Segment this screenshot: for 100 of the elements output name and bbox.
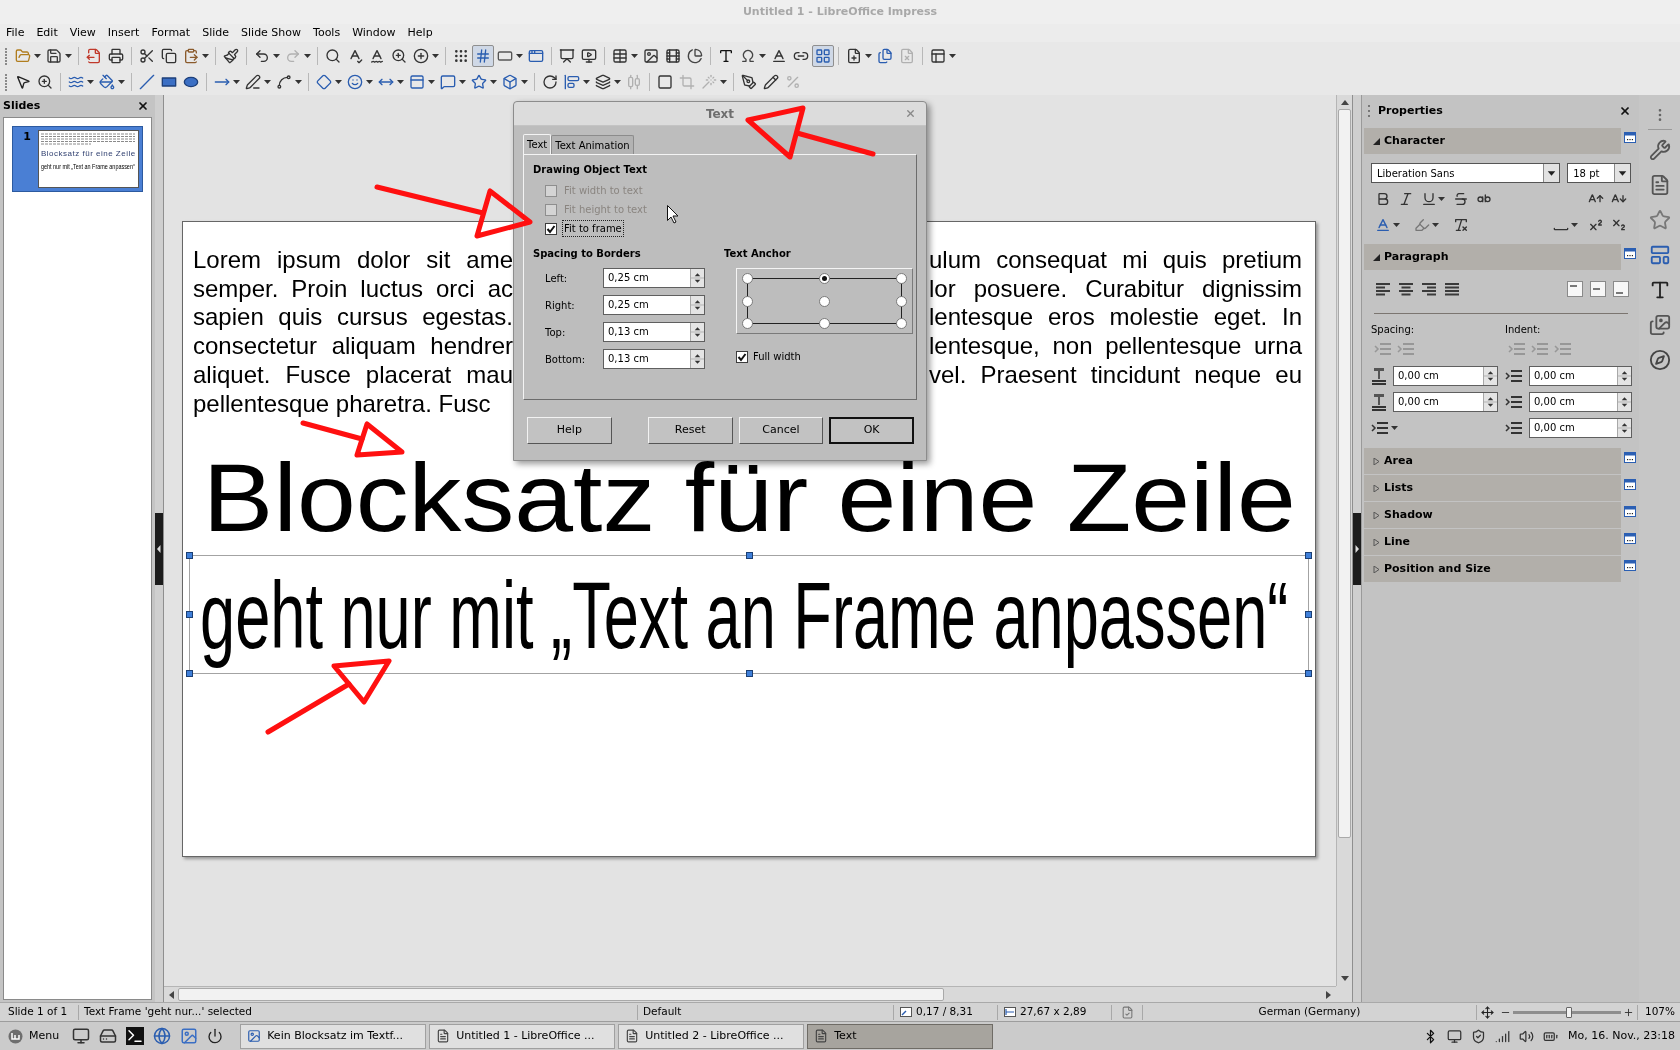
indent-field[interactable]: 0,00 cm <box>1529 366 1632 386</box>
spin-arrows-icon[interactable] <box>690 350 704 368</box>
caret-icon[interactable] <box>34 53 41 58</box>
menu-item[interactable]: View <box>63 25 102 41</box>
spellcheck-icon[interactable] <box>347 47 363 64</box>
ellipse-icon[interactable] <box>183 74 199 90</box>
status-text[interactable]: German (Germany) <box>1258 1004 1361 1020</box>
taskbar-window-button[interactable]: Kein Blocksatz im Textf... <box>240 1023 427 1049</box>
align-icon[interactable] <box>564 74 580 90</box>
more-options-icon[interactable] <box>1624 533 1636 544</box>
menu-item[interactable]: Help <box>401 25 439 41</box>
more-options-icon[interactable] <box>1624 560 1636 571</box>
close-icon[interactable] <box>1619 105 1631 117</box>
caret-icon[interactable] <box>264 80 271 84</box>
text-frame[interactable]: geht nur mit „Text an Frame anpassen“ <box>189 555 1309 675</box>
zoom-icon[interactable] <box>37 74 53 90</box>
clear-formatting-icon[interactable] <box>1453 217 1469 233</box>
menu-item[interactable]: Edit <box>30 25 64 41</box>
spin-arrows-icon[interactable] <box>1483 367 1497 385</box>
indent-lines-icon[interactable] <box>1505 420 1523 436</box>
align-middle-box-icon[interactable] <box>1590 281 1606 297</box>
caret-icon[interactable] <box>118 80 125 84</box>
rectangle-icon[interactable] <box>161 74 177 90</box>
spin-arrows-icon[interactable] <box>1617 393 1631 411</box>
caret-icon[interactable] <box>759 53 766 58</box>
circle-plus-icon[interactable] <box>413 47 429 64</box>
printer-icon[interactable] <box>108 47 124 64</box>
indent-lines-icon[interactable] <box>1371 420 1389 436</box>
caret-icon[interactable] <box>202 53 209 58</box>
caret-icon[interactable] <box>720 80 727 84</box>
caret-icon[interactable] <box>65 53 72 58</box>
smiley-icon[interactable] <box>347 74 363 90</box>
panel-icon[interactable] <box>409 74 425 90</box>
italic-icon[interactable] <box>1398 191 1414 207</box>
triangle-right-icon[interactable] <box>1373 457 1380 465</box>
clipboard-icon[interactable] <box>183 47 199 64</box>
film-icon[interactable] <box>665 47 681 64</box>
triangle-right-icon[interactable] <box>1373 538 1380 546</box>
taskbar-window-button[interactable]: Text <box>807 1023 994 1049</box>
resize-handle[interactable] <box>186 552 193 560</box>
menu-item[interactable]: Window <box>346 25 402 41</box>
checkbox[interactable] <box>736 350 748 363</box>
spin-field[interactable]: 0,25 cm <box>603 295 705 315</box>
triangle-right-icon[interactable] <box>1373 511 1380 519</box>
menu-button[interactable]: Menu <box>4 1023 64 1049</box>
grid-icon[interactable] <box>812 44 834 67</box>
subscript-icon[interactable] <box>1611 217 1627 233</box>
layout-icon[interactable] <box>1648 244 1671 266</box>
anchor-radio[interactable] <box>896 273 907 284</box>
more-options-icon[interactable] <box>1624 248 1636 259</box>
section-header[interactable]: Shadow <box>1364 502 1621 528</box>
tab[interactable]: Text Animation <box>551 135 634 154</box>
grip-icon[interactable] <box>4 73 8 91</box>
collapse-handle[interactable] <box>155 512 163 585</box>
paragraph-spacing-icon[interactable] <box>1371 367 1387 385</box>
caret-icon[interactable] <box>1391 426 1398 430</box>
layout-icon[interactable] <box>930 47 946 64</box>
caret-icon[interactable] <box>273 53 280 58</box>
spacing-field[interactable]: 0,00 cm <box>1393 366 1498 386</box>
compass-icon[interactable] <box>1648 349 1671 371</box>
indent-field[interactable]: 0,00 cm <box>1529 392 1632 412</box>
caret-icon[interactable] <box>295 80 302 84</box>
caret-icon[interactable] <box>1393 223 1400 227</box>
copy-icon[interactable] <box>161 47 177 64</box>
resize-handle[interactable] <box>1305 552 1312 560</box>
presentation-icon[interactable] <box>559 47 575 64</box>
indent-lines-icon[interactable] <box>1505 368 1523 384</box>
resize-handle[interactable] <box>746 552 753 560</box>
image-icon[interactable] <box>643 47 659 64</box>
zoom-icon[interactable] <box>391 47 407 64</box>
gallery-icon[interactable] <box>1648 314 1671 336</box>
align-top-box-icon[interactable] <box>1567 281 1583 297</box>
caret-icon[interactable] <box>459 80 466 84</box>
terminal-icon[interactable] <box>126 1027 145 1045</box>
wrench-icon[interactable] <box>1648 139 1671 161</box>
caret-icon[interactable] <box>521 80 528 84</box>
menu-item[interactable]: Format <box>145 25 197 41</box>
grip-icon[interactable] <box>4 46 8 65</box>
caret-icon[interactable] <box>490 80 497 84</box>
curve-icon[interactable] <box>276 74 292 90</box>
cube-icon[interactable] <box>502 74 518 90</box>
volume-icon[interactable] <box>1519 1028 1534 1044</box>
dot-grid-icon[interactable] <box>453 47 469 64</box>
indent-field[interactable]: 0,00 cm <box>1529 418 1632 438</box>
menu-item[interactable]: Slide <box>196 25 236 41</box>
paintbrush-icon[interactable] <box>223 47 239 64</box>
omega-icon[interactable] <box>740 47 756 64</box>
spin-arrows-icon[interactable] <box>690 323 704 341</box>
dialog-button[interactable]: Help <box>527 417 612 444</box>
wave-lines-icon[interactable] <box>68 74 84 90</box>
checkbox[interactable] <box>545 222 557 235</box>
section-header[interactable]: Area <box>1364 448 1621 474</box>
slide-thumbnail[interactable]: 1 Blocksatz für eine Zeile geht nur mit „Text an Frame anpassen“ <box>12 126 143 192</box>
slider-thumb[interactable] <box>1566 1006 1573 1018</box>
magnifier-icon[interactable] <box>325 47 341 64</box>
anchor-radio[interactable] <box>819 273 830 284</box>
caret-icon[interactable] <box>304 53 311 58</box>
spin-arrows-icon[interactable] <box>1483 393 1497 411</box>
anchor-radio[interactable] <box>819 295 830 307</box>
bold-icon[interactable] <box>1375 191 1391 207</box>
